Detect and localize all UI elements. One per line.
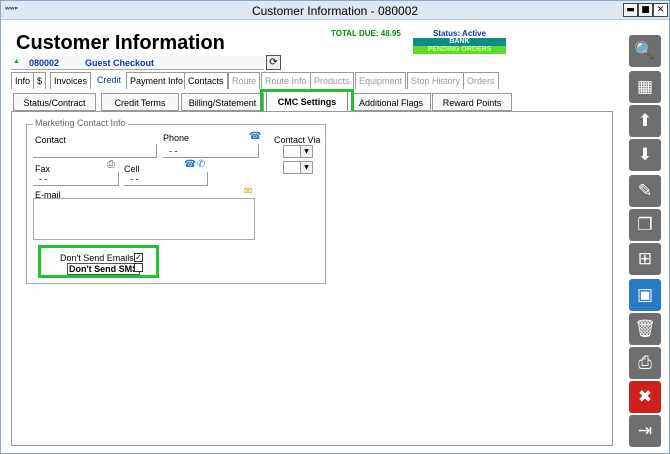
cmc-settings-panel: Marketing Contact Info Contact Phone ☎ -… <box>11 111 613 446</box>
close-icon[interactable]: ✖ <box>629 381 661 413</box>
customer-flag-icon: ▲ <box>13 58 20 65</box>
total-due: TOTAL DUE: 48.95 <box>331 29 401 38</box>
magnifier-icon[interactable]: 🔍 <box>629 35 661 67</box>
customer-information-window: ᵂᵂᴾ Customer Information - 080002 ▬ ■ ✕ … <box>0 0 670 454</box>
dont-send-sms-checkbox[interactable] <box>134 263 143 272</box>
tab-route[interactable]: Route <box>228 72 261 89</box>
bank-badge: BANK <box>413 38 506 46</box>
dont-send-emails-checkbox[interactable]: ✓ <box>134 253 143 262</box>
dont-send-emails-label: Don't Send Emails <box>60 253 134 263</box>
pencil-icon[interactable]: ✎ <box>629 175 661 207</box>
phone-label: Phone <box>163 133 190 143</box>
status-text: Status: Active <box>433 29 487 38</box>
window-title: Customer Information - 080002 <box>251 4 419 18</box>
email-field[interactable] <box>33 198 255 240</box>
close-window-button[interactable]: ✕ <box>653 3 668 17</box>
maximize-button[interactable]: ■ <box>638 3 653 17</box>
tab-payment-info[interactable]: Payment Info <box>126 72 188 89</box>
exit-door-icon[interactable]: ⇥ <box>629 415 661 447</box>
contact-via-label: Contact Via <box>274 135 321 145</box>
contact-field[interactable] <box>33 144 157 158</box>
tab-stop-history[interactable]: Stop History <box>407 72 465 89</box>
customer-selector[interactable]: ▲ 080002 Guest Checkout <box>11 56 264 70</box>
minimize-button[interactable]: ▬ <box>623 3 638 17</box>
subtab-billing-statement[interactable]: Billing/Statement <box>181 93 264 111</box>
tab-equipment[interactable]: Equipment <box>355 72 407 89</box>
marketing-contact-legend: Marketing Contact Info <box>33 118 128 128</box>
chevron-down-icon: ▼ <box>300 146 312 157</box>
tab-info[interactable]: Info <box>11 72 35 89</box>
fax-icon[interactable]: ⎙ <box>107 160 115 170</box>
save-new-icon[interactable]: ⊞ <box>629 243 661 275</box>
tab-dollar[interactable]: $ <box>33 72 47 89</box>
tab-route-info[interactable]: Route Info <box>261 72 311 89</box>
tab-credit[interactable]: Credit <box>94 72 125 89</box>
tab-invoices[interactable]: Invoices <box>50 72 92 89</box>
title-bar[interactable]: ᵂᵂᴾ Customer Information - 080002 ▬ ■ ✕ <box>1 1 669 20</box>
trash-icon[interactable]: 🗑 <box>629 313 661 345</box>
cell-field[interactable]: - - <box>124 172 208 186</box>
arrow-up-icon[interactable]: ⬆ <box>629 105 661 137</box>
arrow-down-icon[interactable]: ⬇ <box>629 139 661 171</box>
tab-products[interactable]: Products <box>310 72 354 89</box>
pending-orders-badge: PENDING ORDERS <box>413 46 506 54</box>
customer-name: Guest Checkout <box>85 58 155 68</box>
subtab-credit-terms[interactable]: Credit Terms <box>101 93 179 111</box>
subtab-status-contract[interactable]: Status/Contract <box>13 93 96 111</box>
tab-orders[interactable]: Orders <box>463 72 499 89</box>
subtab-additional-flags[interactable]: Additional Flags <box>351 93 431 111</box>
fax-field[interactable]: - - <box>33 172 119 186</box>
page-title: Customer Information <box>16 32 225 54</box>
phone-field[interactable]: - - <box>163 144 259 158</box>
subtab-reward-points[interactable]: Reward Points <box>432 93 512 111</box>
calculator-icon[interactable]: ▦ <box>629 71 661 103</box>
save-icon[interactable]: ▣ <box>629 279 661 311</box>
tab-contacts[interactable]: Contacts <box>184 72 228 89</box>
contact-via-secondary-dropdown[interactable]: ▼ <box>283 161 313 174</box>
phone-icon[interactable]: ☎ <box>249 132 261 142</box>
copy-icon[interactable]: ❐ <box>629 209 661 241</box>
main-tab-strip: Info $ Invoices Credit Payment Info Cont… <box>11 72 611 89</box>
sms-icon[interactable]: ✆ <box>197 160 205 170</box>
chevron-down-icon: ▼ <box>300 162 312 173</box>
refresh-icon[interactable]: ⟳ <box>266 55 281 70</box>
customer-id: 080002 <box>29 58 60 68</box>
envelope-icon[interactable]: ✉ <box>244 187 252 197</box>
contact-via-dropdown[interactable]: ▼ <box>283 145 313 158</box>
phone-icon[interactable]: ☎ <box>184 160 196 170</box>
printer-icon[interactable]: ⎙ <box>629 347 661 379</box>
dont-send-sms-label: Don't Send SMS <box>67 263 141 275</box>
